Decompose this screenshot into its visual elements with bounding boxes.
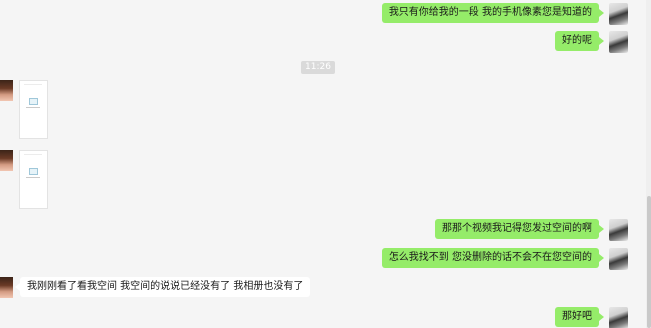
contact-avatar[interactable] (0, 277, 13, 298)
message-bubble[interactable]: 怎么我找不到 您没删除的话不会不在您空间的 (381, 248, 605, 268)
my-avatar[interactable] (609, 3, 628, 25)
outgoing-message: 我只有你给我的一段 我的手机像素您是知道的 (381, 3, 628, 25)
message-bubble[interactable]: 那那个视频我记得您发过空间的啊 (435, 219, 604, 239)
image-top-bar (24, 84, 42, 85)
incoming-image-message (0, 150, 48, 209)
message-bubble[interactable]: 好的呢 (555, 31, 604, 51)
image-thumbnail-icon[interactable] (19, 80, 48, 139)
message-bubble[interactable]: 那好吧 (555, 307, 604, 327)
contact-avatar[interactable] (0, 150, 13, 171)
image-placeholder-icon (29, 168, 38, 175)
image-caption-line (26, 177, 40, 178)
image-placeholder-icon (29, 98, 38, 105)
message-bubble[interactable]: 我刚刚看了看我空间 我空间的说说已经没有了 我相册也没有了 (14, 277, 311, 297)
incoming-image-message (0, 80, 48, 139)
image-thumbnail-icon[interactable] (19, 150, 48, 209)
chat-scrollbar[interactable] (646, 0, 651, 328)
outgoing-message: 怎么我找不到 您没删除的话不会不在您空间的 (381, 248, 628, 270)
my-avatar[interactable] (609, 307, 628, 328)
outgoing-message: 那好吧 (555, 307, 628, 328)
image-caption-line (26, 107, 40, 108)
scrollbar-thumb[interactable] (647, 196, 651, 328)
message-bubble[interactable]: 我只有你给我的一段 我的手机像素您是知道的 (381, 3, 605, 23)
message-timestamp: 11:26 (301, 61, 335, 74)
incoming-message: 我刚刚看了看我空间 我空间的说说已经没有了 我相册也没有了 (0, 277, 311, 298)
image-top-bar (24, 154, 42, 155)
chat-message-list[interactable]: 我只有你给我的一段 我的手机像素您是知道的 好的呢 11:26 那那个视频我记得… (0, 0, 646, 328)
my-avatar[interactable] (609, 248, 628, 270)
outgoing-message: 好的呢 (555, 31, 628, 53)
my-avatar[interactable] (609, 31, 628, 53)
my-avatar[interactable] (609, 219, 628, 241)
contact-avatar[interactable] (0, 80, 13, 101)
outgoing-message: 那那个视频我记得您发过空间的啊 (435, 219, 628, 241)
